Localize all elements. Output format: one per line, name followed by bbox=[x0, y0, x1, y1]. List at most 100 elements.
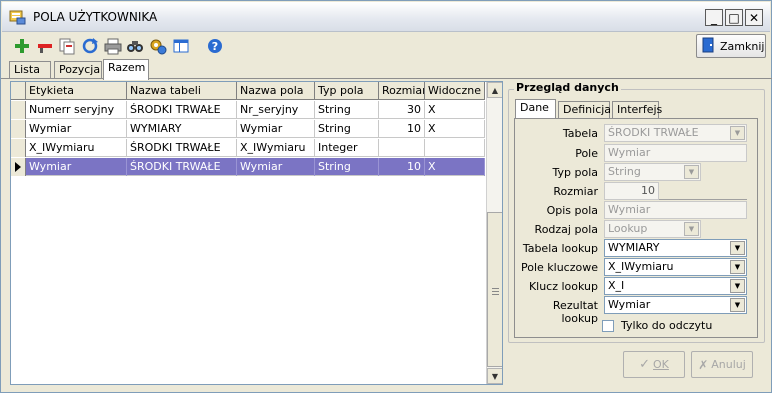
col-nazwa-pola[interactable]: Nazwa pola bbox=[237, 82, 315, 100]
grip-icon bbox=[492, 285, 499, 298]
ok-button[interactable]: ✓ OK bbox=[623, 351, 685, 378]
check-icon: ✓ bbox=[639, 357, 651, 372]
table-row-selected[interactable]: Wymiar ŚRODKI TRWAŁE Wymiar String 10 X bbox=[11, 158, 485, 176]
opis-pola-field[interactable]: Wymiar bbox=[604, 201, 747, 219]
cell-nazwa-pola: Wymiar bbox=[237, 158, 315, 176]
row-indicator bbox=[11, 101, 26, 119]
chevron-down-icon: ▼ bbox=[684, 222, 699, 236]
cancel-button[interactable]: ✗ Anuluj bbox=[691, 351, 753, 378]
tabela-select[interactable]: ŚRODKI TRWAŁE ▼ bbox=[604, 124, 747, 142]
minimize-button[interactable]: _ bbox=[705, 9, 723, 26]
group-title: Przegląd danych bbox=[514, 81, 621, 94]
toolbar: ? bbox=[9, 35, 259, 57]
readonly-checkbox[interactable] bbox=[602, 320, 614, 332]
typ-pola-value: String bbox=[608, 165, 641, 178]
maximize-button[interactable]: □ bbox=[725, 9, 743, 26]
cell-widoczne: X bbox=[425, 120, 485, 138]
label-pole: Pole bbox=[575, 147, 598, 160]
find-icon[interactable] bbox=[126, 37, 144, 55]
divider bbox=[659, 199, 747, 200]
cell-nazwa-pola: X_IWymiaru bbox=[237, 139, 315, 157]
chevron-down-icon: ▼ bbox=[730, 298, 745, 312]
cell-typ-pola: String bbox=[315, 101, 379, 119]
col-widoczne[interactable]: Widoczne bbox=[425, 82, 485, 100]
minimize-icon: _ bbox=[711, 10, 717, 25]
tabela-lookup-select[interactable]: WYMIARY ▼ bbox=[604, 239, 747, 257]
rezultat-lookup-value: Wymiar bbox=[608, 298, 651, 311]
col-etykieta[interactable]: Etykieta bbox=[26, 82, 127, 100]
print-icon[interactable] bbox=[104, 37, 122, 55]
label-tabela: Tabela bbox=[562, 127, 598, 140]
tab-label: Lista bbox=[14, 63, 40, 76]
pole-kluczowe-select[interactable]: X_IWymiaru ▼ bbox=[604, 258, 747, 276]
tab-lista[interactable]: Lista bbox=[9, 61, 51, 79]
label-klucz-lookup: Klucz lookup bbox=[528, 280, 598, 293]
remove-icon[interactable] bbox=[36, 37, 54, 55]
typ-pola-select[interactable]: String ▼ bbox=[604, 163, 701, 181]
cell-typ-pola: String bbox=[315, 120, 379, 138]
cell-typ-pola: Integer bbox=[315, 139, 379, 157]
help-icon[interactable]: ? bbox=[206, 37, 224, 55]
table-row[interactable]: X_IWymiaru ŚRODKI TRWAŁE X_IWymiaru Inte… bbox=[11, 139, 485, 157]
cell-nazwa-tabeli: ŚRODKI TRWAŁE bbox=[127, 158, 237, 176]
rozmiar-value: 10 bbox=[641, 184, 655, 197]
close-window-button[interactable]: ✕ bbox=[745, 9, 763, 26]
view-icon[interactable] bbox=[172, 37, 190, 55]
zamknij-button[interactable]: Zamknij bbox=[696, 34, 766, 58]
cell-etykieta: Wymiar bbox=[26, 120, 127, 138]
cell-rozmiar: 10 bbox=[379, 120, 425, 138]
klucz-lookup-select[interactable]: X_I ▼ bbox=[604, 277, 747, 295]
label-rozmiar: Rozmiar bbox=[553, 185, 598, 198]
fields-grid: Etykieta Nazwa tabeli Nazwa pola Typ pol… bbox=[10, 81, 503, 385]
zamknij-label: Zamknij bbox=[720, 39, 765, 53]
rozmiar-field[interactable]: 10 bbox=[604, 182, 659, 200]
pole-value: Wymiar bbox=[608, 146, 651, 159]
row-indicator bbox=[11, 139, 26, 157]
tab-label: Definicja bbox=[563, 103, 612, 116]
grid-vertical-scrollbar[interactable]: ▲ ▼ bbox=[486, 82, 502, 384]
maximize-icon: □ bbox=[728, 10, 740, 25]
tabela-lookup-value: WYMIARY bbox=[608, 241, 660, 254]
scroll-down-icon[interactable]: ▼ bbox=[487, 368, 502, 384]
tab-label: Razem bbox=[108, 61, 146, 74]
tab-definicja[interactable]: Definicja bbox=[558, 101, 612, 118]
chevron-down-icon: ▼ bbox=[730, 279, 745, 293]
settings-icon[interactable] bbox=[149, 37, 167, 55]
cell-rozmiar bbox=[379, 139, 425, 157]
refresh-icon[interactable] bbox=[81, 37, 99, 55]
ok-label: OK bbox=[653, 358, 669, 371]
row-indicator bbox=[11, 158, 26, 176]
rodzaj-pola-select[interactable]: Lookup ▼ bbox=[604, 220, 701, 238]
svg-text:?: ? bbox=[212, 40, 218, 53]
klucz-lookup-value: X_I bbox=[608, 279, 625, 292]
col-typ-pola[interactable]: Typ pola bbox=[315, 82, 379, 100]
chevron-down-icon: ▼ bbox=[730, 260, 745, 274]
app-icon bbox=[9, 9, 27, 25]
rezultat-lookup-select[interactable]: Wymiar ▼ bbox=[604, 296, 747, 314]
tabela-value: ŚRODKI TRWAŁE bbox=[608, 126, 699, 139]
chevron-down-icon: ▼ bbox=[730, 126, 745, 140]
app-window: POLA UŻYTKOWNIKA _ □ ✕ ? Zamknij Lista P… bbox=[0, 0, 772, 393]
close-icon: ✕ bbox=[748, 10, 760, 25]
table-row[interactable]: Numerr seryjny ŚRODKI TRWAŁE Nr_seryjny … bbox=[11, 101, 485, 119]
col-rozmiar[interactable]: Rozmiar bbox=[379, 82, 425, 100]
label-opis-pola: Opis pola bbox=[546, 204, 598, 217]
tab-pozycja[interactable]: Pozycja bbox=[54, 61, 102, 79]
cell-widoczne bbox=[425, 139, 485, 157]
tab-razem[interactable]: Razem bbox=[103, 59, 149, 80]
scroll-thumb[interactable] bbox=[487, 212, 502, 367]
scroll-up-icon[interactable]: ▲ bbox=[487, 82, 502, 98]
table-row[interactable]: Wymiar WYMIARY Wymiar String 10 X bbox=[11, 120, 485, 138]
copy-icon[interactable] bbox=[58, 37, 76, 55]
pole-field[interactable]: Wymiar bbox=[604, 144, 747, 162]
tab-dane[interactable]: Dane bbox=[515, 99, 556, 118]
current-row-arrow-icon bbox=[14, 162, 22, 175]
exit-door-icon bbox=[702, 37, 716, 56]
label-typ-pola: Typ pola bbox=[552, 166, 598, 179]
title-bar[interactable]: POLA UŻYTKOWNIKA _ □ ✕ bbox=[2, 2, 770, 32]
tab-interfejs[interactable]: Interfejs bbox=[612, 101, 662, 118]
add-icon[interactable] bbox=[13, 37, 31, 55]
window-title: POLA UŻYTKOWNIKA bbox=[33, 10, 158, 24]
rodzaj-pola-value: Lookup bbox=[608, 222, 648, 235]
col-nazwa-tabeli[interactable]: Nazwa tabeli bbox=[127, 82, 237, 100]
